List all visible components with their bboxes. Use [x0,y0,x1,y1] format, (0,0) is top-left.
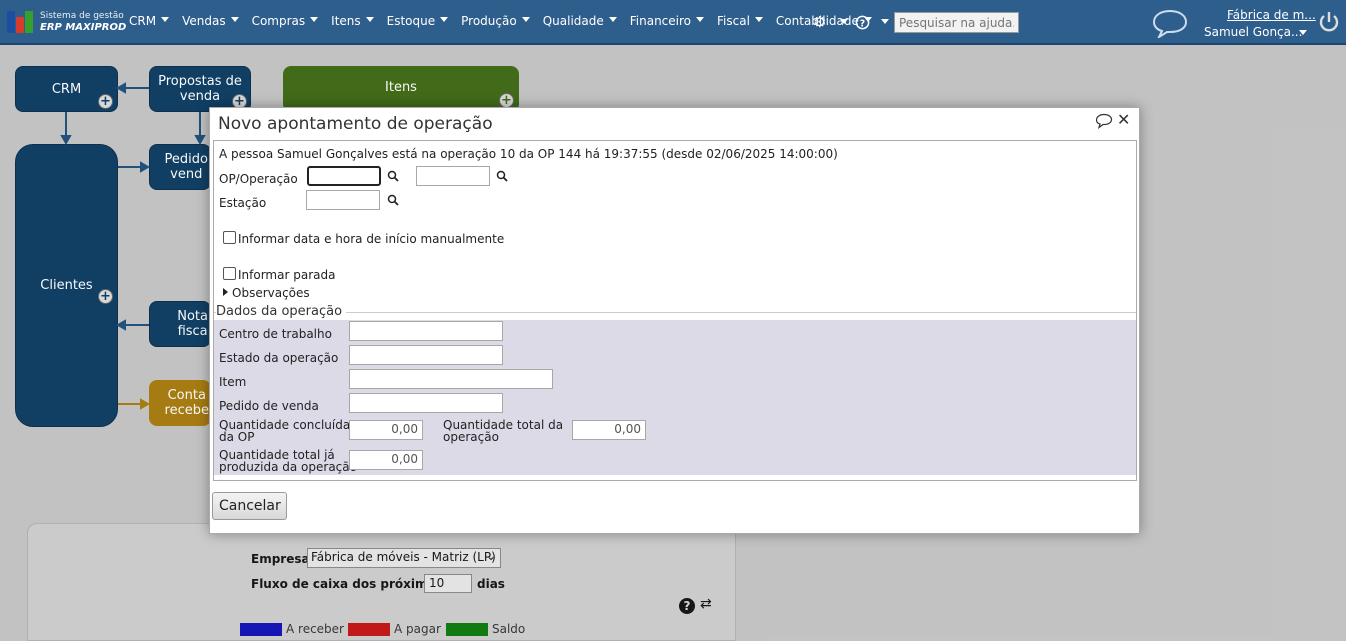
close-icon[interactable]: ✕ [1117,110,1130,129]
logo-text[interactable]: Sistema de gestão ERP MAXIPROD [40,10,126,34]
comment-icon[interactable] [1095,113,1113,129]
chevron-down-icon [365,17,374,22]
search-icon[interactable] [496,170,508,182]
centro-input[interactable] [349,321,503,341]
search-icon[interactable] [387,194,399,206]
dialog-body: A pessoa Samuel Gonçalves está na operaç… [213,140,1137,481]
gear-icon[interactable]: ⚙ [813,13,826,31]
menu-estoque[interactable]: Estoque [387,14,449,28]
qtd-total-label: Quantidade total da operação [443,418,564,444]
expand-triangle-icon[interactable] [223,288,228,296]
chevron-down-icon [696,17,705,22]
chevron-down-icon [440,17,449,22]
estacao-label: Estação [219,196,267,210]
item-label: Item [219,375,247,389]
parada-checkbox[interactable] [223,267,236,280]
operation-data-section: Centro de trabalho Estado da operação It… [214,320,1136,475]
menu-qualidade[interactable]: Qualidade [543,14,617,28]
manual-start-checkbox[interactable] [223,231,236,244]
top-bar: Sistema de gestão ERP MAXIPROD CRM Venda… [0,0,1346,45]
power-icon[interactable] [1318,10,1340,34]
observacoes-toggle[interactable]: Observações [232,286,310,300]
estado-label: Estado da operação [219,351,339,365]
qtd-produzida-input[interactable]: 0,00 [349,450,423,470]
estado-input[interactable] [349,345,503,365]
dialog-title: Novo apontamento de operação [218,114,493,134]
chevron-down-icon [230,17,239,22]
svg-text:?: ? [860,18,865,29]
qtd-concluida-input[interactable]: 0,00 [349,420,423,440]
menu-itens[interactable]: Itens [331,14,374,28]
chevron-down-icon[interactable] [840,19,848,24]
chevron-down-icon[interactable] [881,19,889,24]
menu-financeiro[interactable]: Financeiro [630,14,705,28]
qtd-concluida-label: Quantidade concluída da OP [219,418,351,444]
section-divider [214,312,1136,313]
manual-start-label[interactable]: Informar data e hora de início manualmen… [238,232,504,246]
logo-icon[interactable] [7,11,35,33]
status-message: A pessoa Samuel Gonçalves está na operaç… [219,147,838,161]
chevron-down-icon [521,17,530,22]
user-name[interactable]: Samuel Gonça... [1204,25,1302,39]
chevron-down-icon [754,17,763,22]
menu-vendas[interactable]: Vendas [182,14,239,28]
menu-producao[interactable]: Produção [461,14,530,28]
cancel-button[interactable]: Cancelar [212,492,287,520]
help-icon[interactable]: ? [855,15,870,30]
pedido-input[interactable] [349,393,503,413]
estacao-input[interactable] [306,190,380,210]
centro-label: Centro de trabalho [219,327,332,341]
menu-compras[interactable]: Compras [252,14,319,28]
qtd-produzida-label: Quantidade total já produzida da operaçã… [219,448,357,474]
chevron-down-icon [608,17,617,22]
operacao-input[interactable] [416,166,490,186]
op-label: OP/Operação [219,172,298,186]
pedido-label: Pedido de venda [219,399,319,413]
chevron-down-icon [310,17,319,22]
op-input[interactable] [307,166,381,186]
search-icon[interactable] [387,170,399,182]
parada-label[interactable]: Informar parada [238,268,335,282]
chat-icon[interactable] [1152,8,1188,38]
main-menu: CRM Vendas Compras Itens Estoque Produçã… [129,14,885,28]
menu-crm[interactable]: CRM [129,14,170,28]
chevron-down-icon [161,17,170,22]
help-search-input[interactable] [894,12,1019,33]
item-input[interactable] [349,369,553,389]
chevron-down-icon[interactable] [1299,30,1307,35]
company-link[interactable]: Fábrica de m... [1227,8,1316,22]
section-title: Dados da operação [216,304,347,319]
menu-fiscal[interactable]: Fiscal [717,14,763,28]
operation-dialog: Novo apontamento de operação ✕ A pessoa … [209,107,1140,534]
qtd-total-input[interactable]: 0,00 [572,420,646,440]
